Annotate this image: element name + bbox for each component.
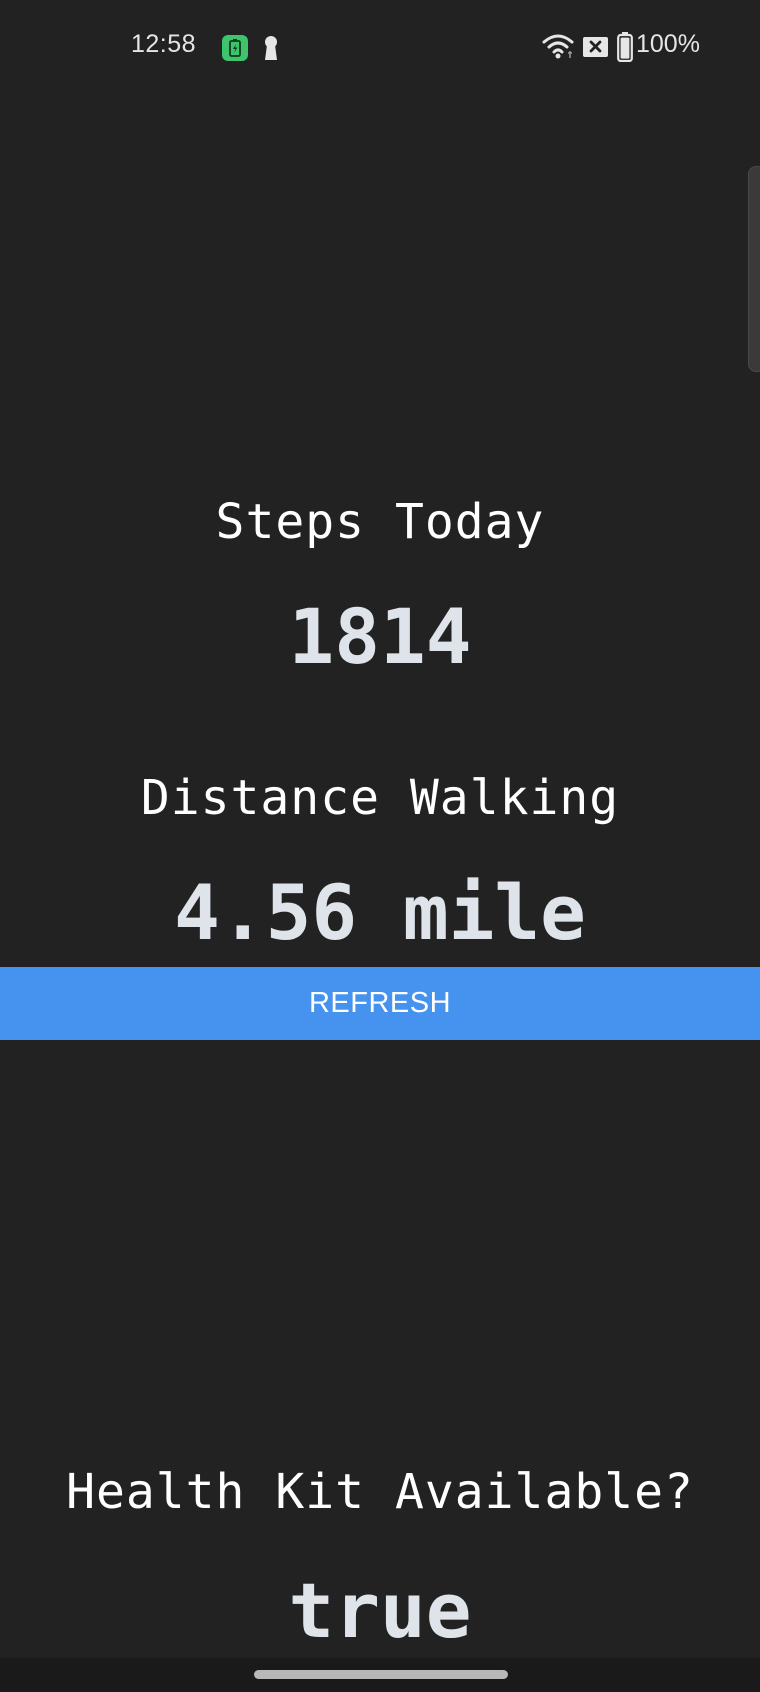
steps-today-label: Steps Today xyxy=(215,494,545,550)
battery-saver-app-icon xyxy=(222,35,248,61)
status-bar: 12:58 100% xyxy=(0,0,760,96)
status-time: 12:58 xyxy=(131,30,197,58)
health-kit-available-value: true xyxy=(288,1566,472,1655)
scroll-indicator[interactable] xyxy=(748,166,760,372)
health-kit-available-label: Health Kit Available? xyxy=(66,1464,694,1520)
navigation-bar xyxy=(0,1658,760,1692)
app-screen: 12:58 100% Steps Today 1814 Distance Wal… xyxy=(0,0,760,1692)
battery-icon xyxy=(617,32,633,63)
distance-walking-value: 4.56 mile xyxy=(174,868,586,957)
steps-today-value: 1814 xyxy=(288,592,472,681)
no-sim-icon xyxy=(582,36,609,58)
refresh-button[interactable]: REFRESH xyxy=(0,967,760,1040)
home-gesture-handle[interactable] xyxy=(254,1670,508,1679)
keyhole-icon xyxy=(262,35,280,61)
battery-percent: 100% xyxy=(636,30,700,58)
wifi-icon xyxy=(542,33,574,59)
distance-walking-label: Distance Walking xyxy=(140,770,620,826)
